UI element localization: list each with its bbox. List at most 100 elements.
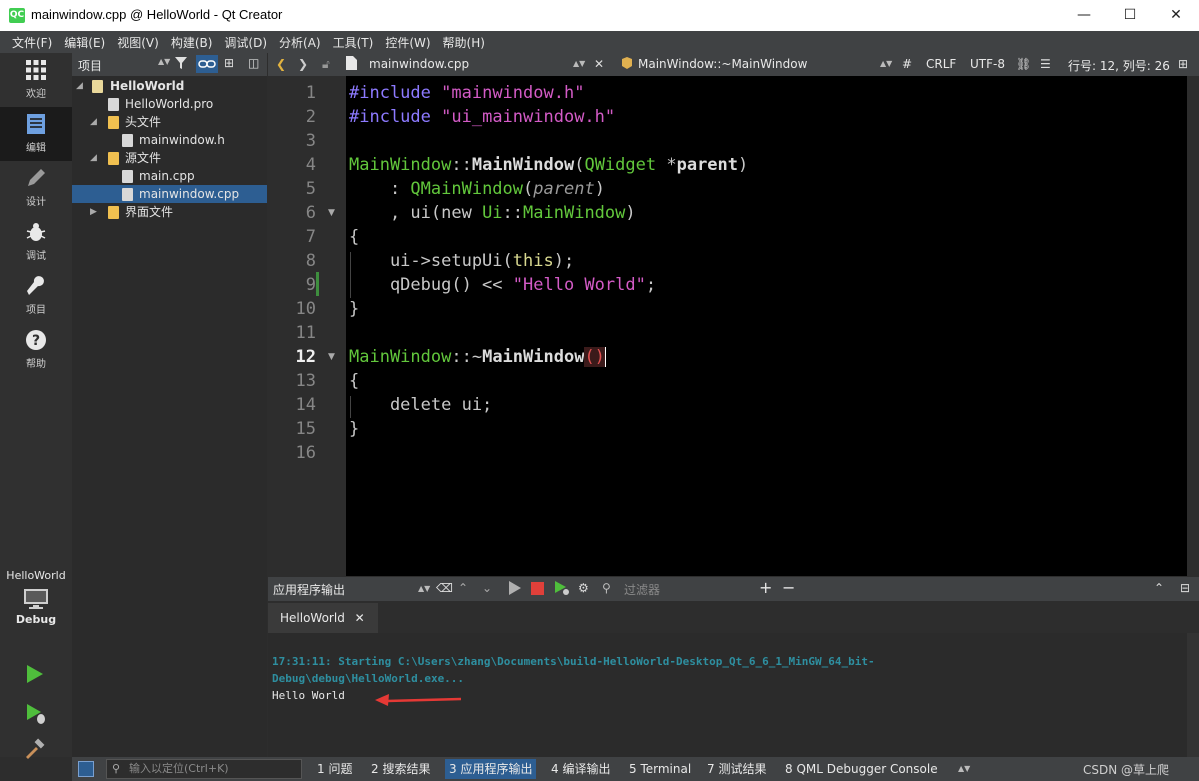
line-number: 10 (295, 299, 316, 319)
outline-icon[interactable]: ☰ (1040, 57, 1051, 71)
code-line: MainWindow::MainWindow(QWidget *parent) (349, 155, 749, 175)
project-panel-title[interactable]: 项目 (78, 57, 102, 74)
locator-input[interactable]: ⚲ 输入以定位(Ctrl+K) (106, 759, 302, 779)
collapse-arrow-icon[interactable]: ▶ (90, 203, 97, 221)
status-tab-search-results[interactable]: 2 搜索结果 (367, 759, 434, 779)
previous-icon[interactable]: ⌃ (458, 581, 468, 595)
menu-view[interactable]: 视图(V) (111, 34, 165, 51)
tree-item-pro-file[interactable]: HelloWorld.pro (72, 95, 267, 113)
menu-analyze[interactable]: 分析(A) (273, 34, 327, 51)
build-button[interactable] (24, 738, 46, 764)
output-tab-helloworld[interactable]: HelloWorld ✕ (268, 603, 378, 633)
line-number: 2 (305, 107, 316, 127)
menu-edit[interactable]: 编辑(E) (58, 34, 111, 51)
hash-button[interactable]: # (902, 57, 912, 71)
menu-build[interactable]: 构建(B) (165, 34, 219, 51)
application-output[interactable]: 17:31:11: Starting C:\Users\zhang\Docume… (268, 633, 1187, 757)
close-panel-icon[interactable]: ◫ (248, 56, 259, 70)
mode-debug[interactable]: 调试 (0, 215, 72, 269)
link-icon[interactable]: ⛓︎ (1016, 57, 1031, 71)
fold-marker-icon[interactable]: ▼ (328, 208, 335, 218)
debug-run-icon[interactable] (554, 580, 570, 599)
run-button[interactable] (24, 663, 46, 689)
forward-icon[interactable]: ❯ (298, 57, 308, 71)
clear-output-icon[interactable]: ⌫ (436, 581, 453, 595)
fold-marker-icon[interactable]: ▼ (328, 352, 335, 362)
cursor-position[interactable]: 行号: 12, 列号: 26 (1068, 57, 1170, 74)
maximize-button[interactable]: ☐ (1107, 0, 1153, 31)
output-tab-bar: HelloWorld ✕ (268, 601, 1199, 633)
dropdown-arrows-icon[interactable]: ▲▼ (958, 764, 970, 773)
mode-projects[interactable]: 项目 (0, 269, 72, 323)
menu-widgets[interactable]: 控件(W) (379, 34, 436, 51)
tree-item-mainwindow-h[interactable]: mainwindow.h (72, 131, 267, 149)
mode-edit[interactable]: 编辑 (0, 107, 72, 161)
document-icon (0, 107, 72, 142)
status-tab-issues[interactable]: 1 问题 (313, 759, 356, 779)
menu-debug[interactable]: 调试(D) (218, 34, 273, 51)
menu-tools[interactable]: 工具(T) (327, 34, 380, 51)
tree-item-sources-folder[interactable]: ◢ 源文件 (72, 149, 267, 167)
expand-arrow-icon[interactable]: ◢ (90, 149, 97, 167)
menu-file[interactable]: 文件(F) (6, 34, 58, 51)
code-editor[interactable]: #include "mainwindow.h" #include "ui_mai… (346, 76, 1187, 576)
encoding-selector[interactable]: UTF-8 (970, 57, 1005, 71)
bug-icon (0, 215, 72, 250)
next-icon[interactable]: ⌄ (482, 581, 492, 595)
tree-item-project[interactable]: ◢ HelloWorld (72, 77, 267, 95)
tree-item-main-cpp[interactable]: main.cpp (72, 167, 267, 185)
open-file-selector[interactable]: mainwindow.cpp (369, 57, 469, 71)
dropdown-arrows-icon[interactable]: ▲▼ (573, 59, 585, 68)
mode-design[interactable]: 设计 (0, 161, 72, 215)
close-tab-icon[interactable]: ✕ (355, 611, 365, 625)
output-filter-input[interactable]: 过滤器 (624, 581, 660, 598)
tree-item-headers-folder[interactable]: ◢ 头文件 (72, 113, 267, 131)
folder-icon (108, 152, 119, 165)
output-scrollbar[interactable] (1187, 633, 1199, 757)
output-pane-title[interactable]: 应用程序输出 (273, 581, 345, 598)
close-button[interactable]: ✕ (1153, 0, 1199, 31)
status-tab-app-output[interactable]: 3 应用程序输出 (445, 759, 537, 779)
file-icon (122, 170, 133, 183)
line-ending-selector[interactable]: CRLF (926, 57, 956, 71)
remove-icon[interactable]: − (782, 578, 795, 597)
stop-icon[interactable] (531, 582, 544, 595)
expand-arrow-icon[interactable]: ◢ (76, 77, 83, 95)
split-editor-icon[interactable]: ⊞ (1178, 57, 1188, 71)
close-pane-icon[interactable]: ⊟ (1180, 581, 1190, 595)
toggle-sidebar-icon[interactable] (78, 761, 94, 777)
rerun-icon[interactable] (508, 580, 522, 599)
maximize-pane-icon[interactable]: ⌃ (1154, 581, 1164, 595)
status-tab-test-results[interactable]: 7 测试结果 (703, 759, 770, 779)
dropdown-arrows-icon[interactable]: ▲▼ (880, 59, 892, 68)
line-number: 15 (295, 419, 316, 439)
filter-icon[interactable] (175, 56, 187, 73)
svg-text:?: ? (32, 333, 40, 349)
mode-label: 编辑 (26, 143, 46, 154)
back-icon[interactable]: ❮ (276, 57, 286, 71)
expand-arrow-icon[interactable]: ◢ (90, 113, 97, 131)
tree-item-mainwindow-cpp[interactable]: mainwindow.cpp (72, 185, 267, 203)
kit-config-label: Debug (15, 613, 57, 626)
sync-link-icon[interactable] (196, 55, 218, 73)
dropdown-arrows-icon[interactable]: ▲▼ (158, 57, 170, 66)
close-document-icon[interactable]: ✕ (594, 57, 604, 71)
menu-help[interactable]: 帮助(H) (437, 34, 491, 51)
kit-selector[interactable]: HelloWorld Debug (0, 568, 72, 648)
minimize-button[interactable]: — (1061, 0, 1107, 31)
debug-run-button[interactable] (24, 702, 48, 730)
dropdown-arrows-icon[interactable]: ▲▼ (418, 584, 430, 593)
status-tab-compile-output[interactable]: 4 编译输出 (547, 759, 614, 779)
settings-gear-icon[interactable]: ⚙ (578, 581, 589, 595)
mode-welcome[interactable]: 欢迎 (0, 53, 72, 107)
tree-item-forms-folder[interactable]: ▶ 界面文件 (72, 203, 267, 221)
add-icon[interactable]: + (759, 578, 772, 597)
status-tab-qml-debugger[interactable]: 8 QML Debugger Console (781, 759, 942, 779)
tree-item-label: mainwindow.cpp (139, 187, 240, 201)
tree-item-label: main.cpp (139, 169, 195, 183)
split-icon[interactable]: ⊞ (224, 56, 234, 70)
status-tab-terminal[interactable]: 5 Terminal (625, 759, 695, 779)
editor-scrollbar[interactable] (1187, 76, 1199, 576)
mode-help[interactable]: ? 帮助 (0, 323, 72, 377)
symbol-selector[interactable]: MainWindow::~MainWindow (638, 57, 807, 71)
